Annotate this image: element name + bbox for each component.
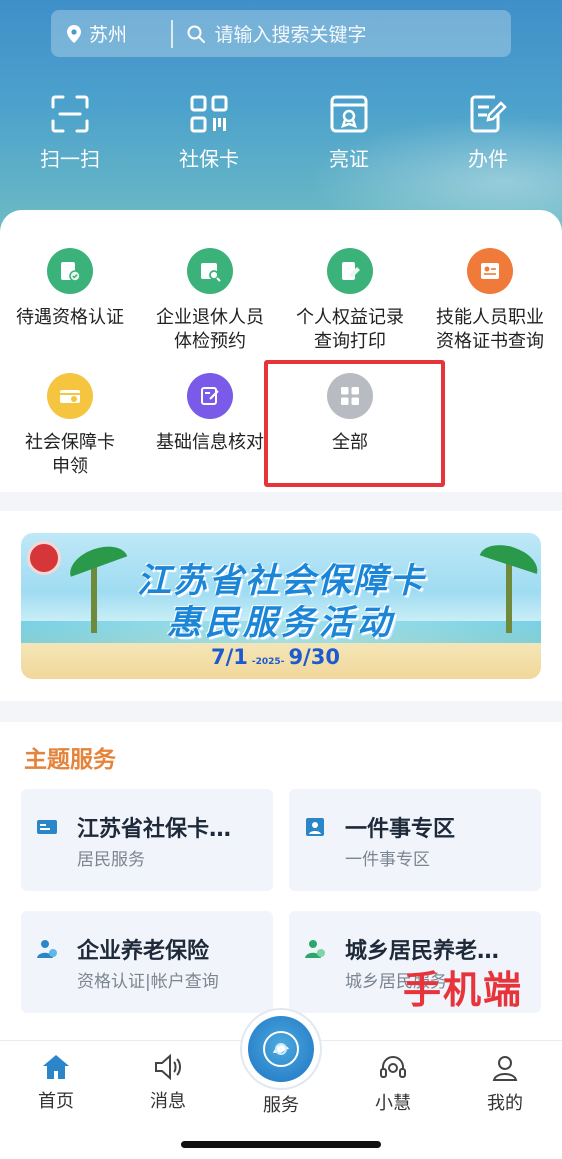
service-retiree-checkup[interactable]: 企业退休人员 体检预约 bbox=[140, 248, 280, 354]
service-rights-record[interactable]: 个人权益记录 查询打印 bbox=[280, 248, 420, 354]
theme-card-subtitle: 资格认证|帐户查询 bbox=[77, 972, 219, 992]
elder-icon bbox=[37, 940, 57, 958]
service-basic-info-check[interactable]: 基础信息核对 bbox=[140, 373, 280, 455]
tab-label: 消息 bbox=[150, 1091, 186, 1112]
watermark-label: 手机端 bbox=[403, 968, 524, 1012]
service-social-card-apply[interactable]: 社会保障卡 申领 bbox=[0, 373, 140, 479]
speaker-icon bbox=[155, 1053, 181, 1081]
theme-card-enterprise-pension[interactable]: 企业养老保险 资格认证|帐户查询 bbox=[21, 911, 273, 1013]
home-indicator bbox=[181, 1141, 381, 1148]
theme-card-subtitle: 一件事专区 bbox=[345, 850, 430, 870]
quick-action-scan[interactable]: 扫一扫 bbox=[10, 95, 130, 172]
banner-title-line2: 惠民服务活动 bbox=[167, 603, 395, 643]
theme-heading: 主题服务 bbox=[24, 747, 116, 773]
certificate-card-icon bbox=[467, 248, 513, 294]
banner-date-end: 9/30 bbox=[288, 645, 340, 669]
banner-dates: 7/1 -2025- 9/30 bbox=[211, 645, 340, 669]
card-icon bbox=[37, 820, 57, 834]
note-edit-icon bbox=[187, 373, 233, 419]
theme-card-title: 一件事专区 bbox=[345, 817, 456, 842]
search-input[interactable]: 请输入搜索关键字 bbox=[173, 20, 367, 47]
service-skill-certificate[interactable]: 技能人员职业 资格证书查询 bbox=[420, 248, 560, 354]
tab-profile[interactable]: 我的 bbox=[460, 1049, 550, 1115]
service-entitlement-verification[interactable]: 待遇资格认证 bbox=[0, 248, 140, 330]
location-pin-icon bbox=[67, 24, 81, 43]
highlight-box bbox=[264, 360, 445, 487]
elder-green-icon bbox=[305, 940, 325, 958]
banner-section: 江苏省社会保障卡 惠民服务活动 7/1 -2025- 9/30 bbox=[0, 511, 562, 701]
tab-messages[interactable]: 消息 bbox=[123, 1049, 213, 1113]
search-card-icon bbox=[187, 248, 233, 294]
quick-action-label: 办件 bbox=[468, 147, 508, 171]
tab-services[interactable]: 服务 bbox=[236, 1091, 326, 1117]
person-badge-icon bbox=[306, 818, 324, 836]
service-label: 待遇资格认证 bbox=[16, 307, 124, 328]
city-label: 苏州 bbox=[89, 24, 128, 46]
tab-label: 服务 bbox=[263, 1095, 299, 1116]
quick-action-label: 社保卡 bbox=[179, 147, 239, 171]
quick-action-show-certificate[interactable]: 亮证 bbox=[289, 95, 409, 172]
theme-card-title: 江苏省社保卡… bbox=[77, 817, 232, 842]
tab-assistant[interactable]: 小慧 bbox=[348, 1049, 438, 1115]
service-label: 基础信息核对 bbox=[156, 432, 264, 453]
id-check-icon bbox=[47, 248, 93, 294]
home-icon bbox=[43, 1055, 69, 1079]
card-check-icon bbox=[47, 373, 93, 419]
theme-card-one-thing[interactable]: 一件事专区 一件事专区 bbox=[289, 789, 541, 891]
document-pen-icon bbox=[327, 248, 373, 294]
user-icon bbox=[492, 1056, 518, 1081]
service-label: 技能人员职业 资格证书查询 bbox=[436, 307, 544, 352]
tab-home[interactable]: 首页 bbox=[11, 1049, 101, 1113]
service-label: 企业退休人员 体检预约 bbox=[156, 307, 264, 352]
service-label: 社会保障卡 申领 bbox=[25, 432, 115, 477]
search-bar[interactable]: 苏州 请输入搜索关键字 bbox=[51, 10, 511, 57]
theme-card-title: 企业养老保险 bbox=[77, 939, 210, 964]
promo-banner[interactable]: 江苏省社会保障卡 惠民服务活动 7/1 -2025- 9/30 bbox=[21, 533, 541, 679]
quick-action-label: 亮证 bbox=[329, 147, 369, 171]
quick-action-label: 扫一扫 bbox=[40, 147, 100, 171]
scan-icon bbox=[51, 95, 89, 133]
certificate-icon bbox=[330, 95, 368, 133]
quick-actions: 扫一扫 社保卡 亮证 办件 bbox=[0, 95, 562, 185]
banner-date-start: 7/1 bbox=[211, 645, 248, 669]
service-center-button[interactable] bbox=[242, 1010, 320, 1088]
search-placeholder: 请输入搜索关键字 bbox=[214, 24, 367, 46]
header-hero: 苏州 请输入搜索关键字 扫一扫 社保卡 亮证 办件 bbox=[0, 0, 562, 240]
city-selector[interactable]: 苏州 bbox=[51, 10, 171, 57]
quick-action-social-card[interactable]: 社保卡 bbox=[149, 95, 269, 172]
headset-icon bbox=[380, 1056, 406, 1078]
banner-date-year: -2025- bbox=[251, 657, 285, 667]
tab-label: 首页 bbox=[38, 1091, 74, 1112]
quick-action-documents[interactable]: 办件 bbox=[428, 95, 548, 172]
search-icon bbox=[187, 25, 205, 43]
service-label: 个人权益记录 查询打印 bbox=[296, 307, 404, 352]
tab-label: 小慧 bbox=[375, 1093, 411, 1114]
service-logo-icon bbox=[248, 1016, 314, 1082]
tab-label: 我的 bbox=[487, 1093, 523, 1114]
edit-document-icon bbox=[470, 95, 507, 133]
theme-card-social-card[interactable]: 江苏省社保卡… 居民服务 bbox=[21, 789, 273, 891]
qr-code-icon bbox=[190, 95, 228, 133]
theme-card-subtitle: 居民服务 bbox=[77, 850, 145, 870]
